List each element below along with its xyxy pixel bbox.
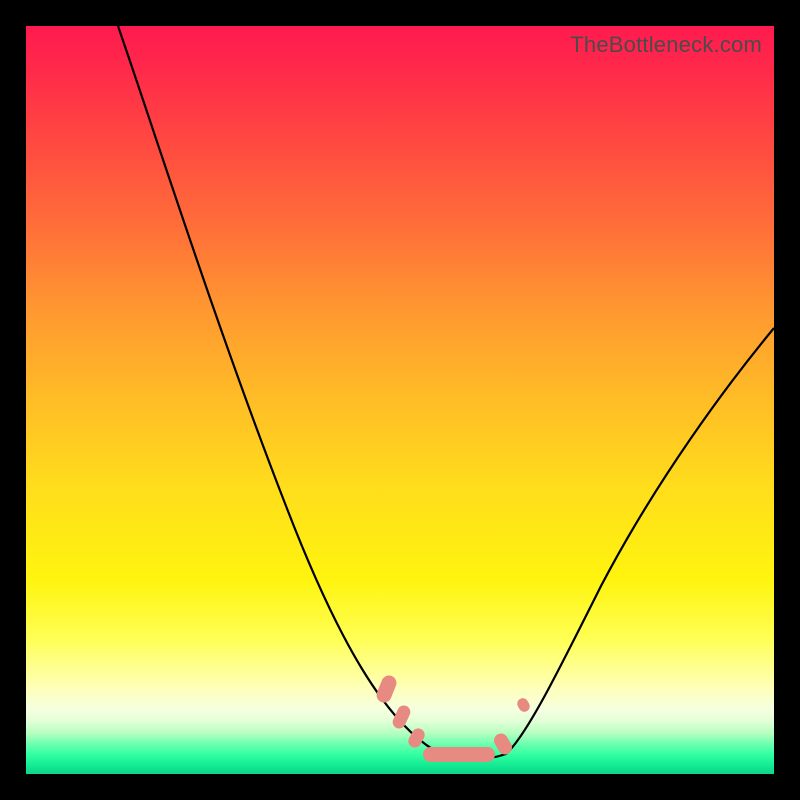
right-curve-path xyxy=(506,328,774,754)
curve-svg xyxy=(26,26,774,774)
left-curve-path xyxy=(118,26,441,754)
watermark-text: TheBottleneck.com xyxy=(570,32,762,58)
marker-blob xyxy=(423,747,495,762)
outer-frame: TheBottleneck.com xyxy=(0,0,800,800)
plot-area: TheBottleneck.com xyxy=(26,26,774,774)
